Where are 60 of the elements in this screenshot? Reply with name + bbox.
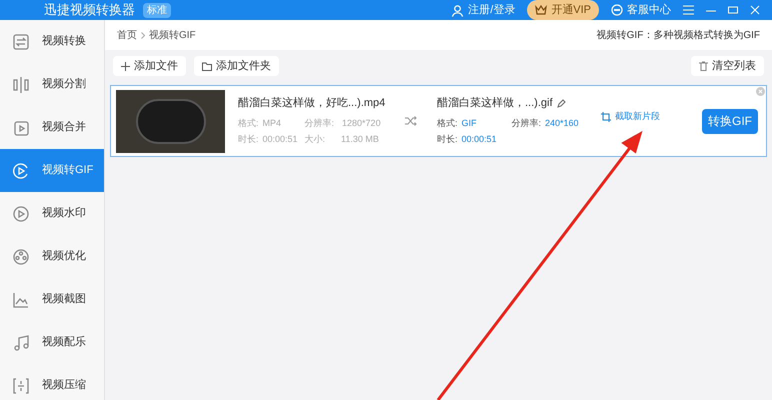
play-icon [12,204,30,222]
sidebar-item[interactable]: 视频优化 [0,235,104,278]
menu-icon[interactable] [683,5,694,15]
play-icon [12,118,30,136]
output-format-label: 格式: [437,116,458,130]
output-resolution-label: 分辨率: [512,116,542,130]
size-value: 11.30 MB [341,133,379,146]
source-file-name: 醋溜白菜这样做，好吃...).mp4 [238,96,386,112]
output-duration-value: 00:00:51 [462,133,497,146]
format-label: 格式: [238,116,259,130]
trash-icon [699,61,708,71]
music-note-icon [12,334,30,352]
folder-icon [202,62,212,70]
output-duration-label: 时长: [437,133,458,146]
login-link[interactable]: 注册/登录 [468,2,516,18]
shuffle-icon [405,116,417,126]
maximize-icon[interactable] [728,5,738,15]
breadcrumb-home[interactable]: 首页 [117,28,137,42]
clear-list-button[interactable]: 清空列表 [691,56,764,76]
breadcrumb-current: 视频转GIF [149,28,196,42]
sidebar-item[interactable]: 视频水印 [0,192,104,235]
user-icon [451,4,464,16]
sidebar-item[interactable]: 视频配乐 [0,321,104,364]
sidebar-item[interactable]: 视频转换 [0,20,104,63]
convert-gif-button[interactable]: 转换GIF [702,108,758,134]
chevron-right-icon [141,32,145,38]
sidebar-item[interactable]: 视频合并 [0,106,104,149]
sidebar-item[interactable]: 视频压缩 [0,364,104,400]
add-folder-button[interactable]: 添加文件夹 [194,56,279,76]
sidebar-item[interactable]: 视频转GIF [0,149,104,192]
swap-icon [12,32,30,50]
size-label: 大小: [304,133,326,146]
split-icon [12,76,30,94]
chat-icon [611,4,623,16]
compress-icon [12,376,30,394]
edition-badge: 标准 [143,2,171,18]
image-icon [12,290,30,308]
plus-icon [121,62,130,70]
crop-icon [601,112,611,122]
resolution-label: 分辨率: [304,116,334,130]
add-file-button[interactable]: 添加文件 [113,56,186,76]
output-file-name: 醋溜白菜这样做，...).gif [437,96,553,112]
sidebar-item[interactable]: 视频截图 [0,278,104,321]
gif-play-icon [12,162,30,180]
duration-label: 时长: [238,133,259,146]
film-reel-icon [12,248,30,266]
sidebar-item[interactable]: 视频分割 [0,63,104,106]
clip-segment-button[interactable]: 截取新片段 [601,110,660,124]
output-format-value: GIF [462,116,478,130]
vip-button[interactable]: 开通VIP [527,0,599,20]
crown-icon [535,5,548,15]
close-icon[interactable] [750,5,760,15]
format-value: MP4 [262,116,282,130]
resolution-value: 1280*720 [342,116,381,130]
page-description: 视频转GIF：多种视频格式转换为GIF [596,28,760,42]
window-title: 迅捷视频转换器 [44,1,135,20]
output-resolution-value: 240*160 [545,116,579,130]
service-link[interactable]: 客服中心 [627,2,671,18]
duration-value: 00:00:51 [262,133,299,146]
edit-icon[interactable] [556,99,566,108]
